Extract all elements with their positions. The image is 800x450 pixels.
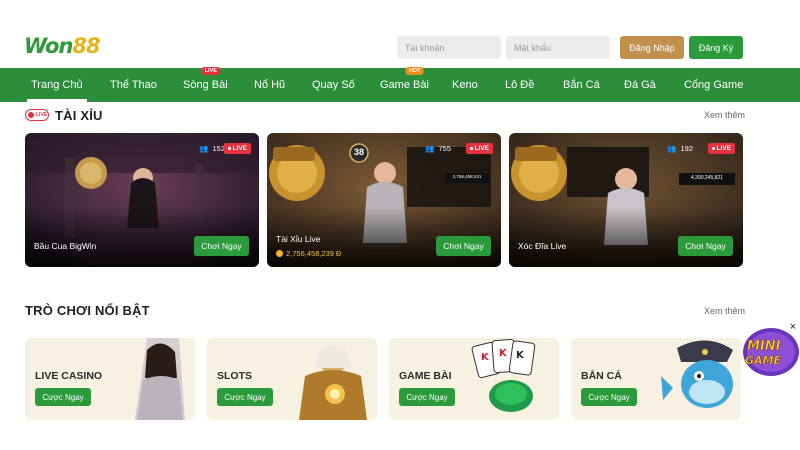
nav-label: Quay Số xyxy=(312,79,355,91)
card-title: Tài Xỉu Live xyxy=(276,234,321,244)
svg-text:MINI: MINI xyxy=(747,339,781,354)
playing-cards-image: K K K xyxy=(471,338,536,412)
nav-item-ban-ca[interactable]: Bắn Cá xyxy=(563,68,600,102)
nav-label: Bắn Cá xyxy=(563,79,600,91)
slots-zeus-image xyxy=(299,345,367,420)
see-more-link[interactable]: Xem thêm xyxy=(704,110,745,120)
see-more-link[interactable]: Xem thêm xyxy=(704,306,745,316)
nav-label: Sòng Bài xyxy=(183,79,228,91)
main-nav: Trang Chủ Thể Thao Sòng Bài LIVE Nổ Hũ Q… xyxy=(0,67,800,102)
nav-item-da-ga[interactable]: Đá Gà xyxy=(624,68,656,102)
logo-text-88: 88 xyxy=(72,34,100,58)
live-card-tai-xiu[interactable]: 38 2,756,458,241 👥 755 LIVE Tài Xỉu Live … xyxy=(267,133,501,267)
won88-logo[interactable]: Won 88 xyxy=(24,34,101,58)
viewers-icon: 👥 xyxy=(199,144,209,153)
featured-game-bai[interactable]: K K K GAME BÀI Cược Ngay xyxy=(389,338,559,420)
live-status-badge: LIVE xyxy=(465,143,493,154)
card-title: Xóc Đĩa Live xyxy=(518,241,567,251)
nav-item-lo-de[interactable]: Lô Đề xyxy=(505,68,534,102)
section-title-tai-xiu: TÀI XỈU xyxy=(55,108,103,123)
pirate-fish-image xyxy=(661,340,733,408)
play-now-button[interactable]: Chơi Ngay xyxy=(436,236,491,256)
jackpot-amount: 2,756,458,239 Đ xyxy=(276,249,341,258)
nav-item-trang-chu[interactable]: Trang Chủ xyxy=(27,68,87,102)
featured-label: GAME BÀI xyxy=(399,370,452,382)
svg-text:GAME: GAME xyxy=(745,354,781,367)
viewer-count: 👥 755 xyxy=(425,144,451,153)
bet-now-button[interactable]: Cược Ngay xyxy=(217,388,273,406)
nav-item-game-bai[interactable]: Game Bài HOT xyxy=(380,67,429,102)
table-balance: 2,756,458,241 xyxy=(452,174,482,179)
nav-label: Lô Đề xyxy=(505,79,535,91)
nav-item-no-hu[interactable]: Nổ Hũ xyxy=(254,68,285,102)
password-input[interactable] xyxy=(506,36,610,59)
nav-label: Nổ Hũ xyxy=(254,79,286,91)
featured-label: BẮN CÁ xyxy=(581,370,622,382)
play-now-button[interactable]: Chơi Ngay xyxy=(678,236,733,256)
live-icon: LIVE xyxy=(25,109,49,121)
table-balance: 4,390,245,821 xyxy=(691,175,723,181)
hot-badge: HOT xyxy=(405,67,424,75)
viewer-count: 👥 192 xyxy=(667,144,693,153)
svg-text:K: K xyxy=(481,352,490,363)
register-button[interactable]: Đăng Ký xyxy=(689,36,743,59)
viewer-count: 👥 152 xyxy=(199,144,225,153)
live-card-bau-cua[interactable]: 👥 152 LIVE Bầu Cua BigWin Chơi Ngay xyxy=(25,133,259,267)
casino-dealer-image xyxy=(135,338,185,420)
nav-item-quay-so[interactable]: Quay Số xyxy=(312,68,355,102)
nav-label: Đá Gà xyxy=(624,79,656,91)
featured-slots[interactable]: SLOTS Cược Ngay xyxy=(207,338,377,420)
nav-item-cong-game[interactable]: Cổng Game xyxy=(684,68,743,102)
bet-now-button[interactable]: Cược Ngay xyxy=(399,388,455,406)
card-title: Bầu Cua BigWin xyxy=(34,241,97,251)
section-title-featured: TRÒ CHƠI NỔI BẬT xyxy=(25,303,150,318)
live-badge: LIVE xyxy=(201,67,220,75)
nav-label: Trang Chủ xyxy=(31,79,83,91)
viewers-icon: 👥 xyxy=(667,144,677,153)
nav-label: Thể Thao xyxy=(110,79,157,91)
logo-text-won: Won xyxy=(24,34,73,58)
bet-now-button[interactable]: Cược Ngay xyxy=(581,388,637,406)
featured-live-casino[interactable]: LIVE CASINO Cược Ngay xyxy=(25,338,195,420)
nav-label: Game Bài xyxy=(380,79,429,91)
site-header: Won88 Đăng Nhập Đăng Ký xyxy=(0,0,800,68)
nav-label: Cổng Game xyxy=(684,79,744,91)
username-input[interactable] xyxy=(397,36,501,59)
play-now-button[interactable]: Chơi Ngay xyxy=(194,236,249,256)
nav-item-keno[interactable]: Keno xyxy=(452,68,478,102)
coin-icon xyxy=(276,250,283,257)
login-button[interactable]: Đăng Nhập xyxy=(620,36,684,59)
nav-label: Keno xyxy=(452,79,478,91)
featured-ban-ca[interactable]: BẮN CÁ Cược Ngay xyxy=(571,338,741,420)
bet-now-button[interactable]: Cược Ngay xyxy=(35,388,91,406)
svg-text:K: K xyxy=(499,348,508,359)
featured-label: LIVE CASINO xyxy=(35,370,103,382)
close-icon[interactable]: × xyxy=(786,320,800,334)
live-status-badge: LIVE xyxy=(707,143,735,154)
live-status-badge: LIVE xyxy=(223,143,251,154)
nav-item-the-thao[interactable]: Thể Thao xyxy=(110,68,157,102)
nav-item-song-bai[interactable]: Sòng Bài LIVE xyxy=(183,67,228,102)
round-timer: 38 xyxy=(353,147,364,157)
svg-text:K: K xyxy=(516,350,525,361)
viewers-icon: 👥 xyxy=(425,144,435,153)
featured-label: SLOTS xyxy=(217,370,253,382)
live-card-xoc-dia[interactable]: 4,390,245,821 👥 192 LIVE Xóc Đĩa Live Chơ… xyxy=(509,133,743,267)
